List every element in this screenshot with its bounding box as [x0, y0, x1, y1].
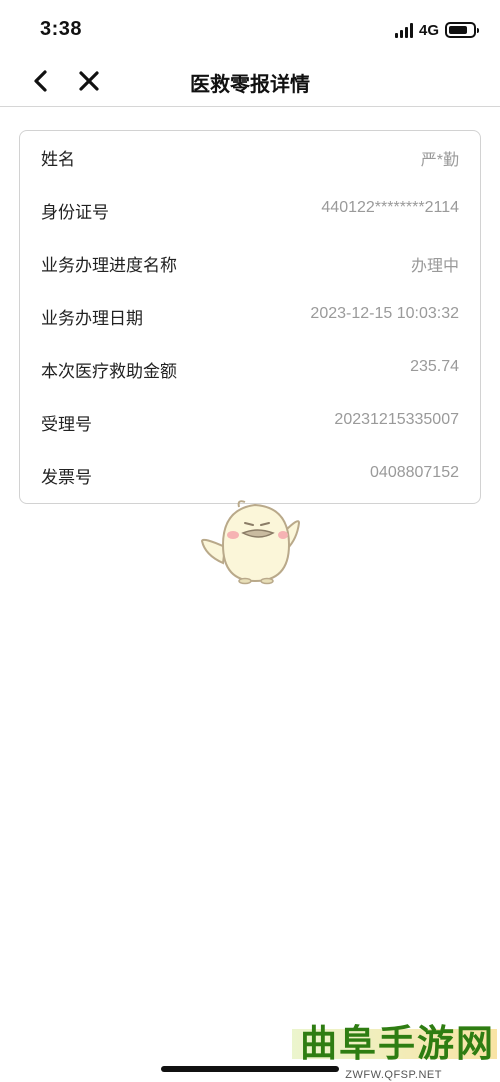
detail-value: 2023-12-15 10:03:32 [310, 305, 459, 322]
detail-row-progress: 业务办理进度名称 办理中 [20, 237, 480, 290]
status-time: 3:38 [40, 18, 83, 40]
detail-label: 业务办理进度名称 [41, 256, 177, 275]
detail-row-invoice-no: 发票号 0408807152 [20, 449, 480, 502]
detail-label: 本次医疗救助金额 [41, 362, 177, 381]
network-type: 4G [418, 21, 439, 39]
battery-icon [445, 22, 479, 38]
detail-row-acceptance-no: 受理号 20231215335007 [20, 396, 480, 449]
detail-row-name: 姓名 严*勤 [20, 131, 480, 184]
watermark-url: ZWFW.QFSP.NET [345, 1069, 442, 1081]
detail-label: 发票号 [41, 468, 92, 487]
status-indicators: 4G [394, 19, 479, 41]
detail-value: 20231215335007 [334, 411, 459, 428]
watermark: 曲阜手游网 ZWFW.QFSP.NET [292, 1022, 497, 1081]
signal-icon [394, 22, 413, 38]
nav-bar: 医救零报详情 [0, 58, 500, 107]
detail-label: 姓名 [41, 150, 75, 169]
detail-label: 业务办理日期 [41, 309, 143, 328]
page-title: 医救零报详情 [190, 74, 310, 96]
watermark-title: 曲阜手游网 [300, 1022, 495, 1065]
detail-row-date: 业务办理日期 2023-12-15 10:03:32 [20, 290, 480, 343]
detail-label: 身份证号 [41, 203, 109, 222]
mascot-bird-icon [197, 497, 301, 585]
detail-value: 0408807152 [370, 464, 459, 481]
detail-row-id-number: 身份证号 440122********2114 [20, 184, 480, 237]
detail-card: 姓名 严*勤 身份证号 440122********2114 业务办理进度名称 … [19, 130, 481, 504]
detail-label: 受理号 [41, 415, 92, 434]
battery-level [449, 26, 467, 34]
detail-value: 235.74 [410, 358, 459, 375]
detail-value: 严*勤 [420, 152, 459, 169]
detail-value: 440122********2114 [321, 199, 459, 216]
status-bar: 3:38 4G [0, 0, 500, 58]
detail-value: 办理中 [410, 258, 459, 275]
detail-row-amount: 本次医疗救助金额 235.74 [20, 343, 480, 396]
